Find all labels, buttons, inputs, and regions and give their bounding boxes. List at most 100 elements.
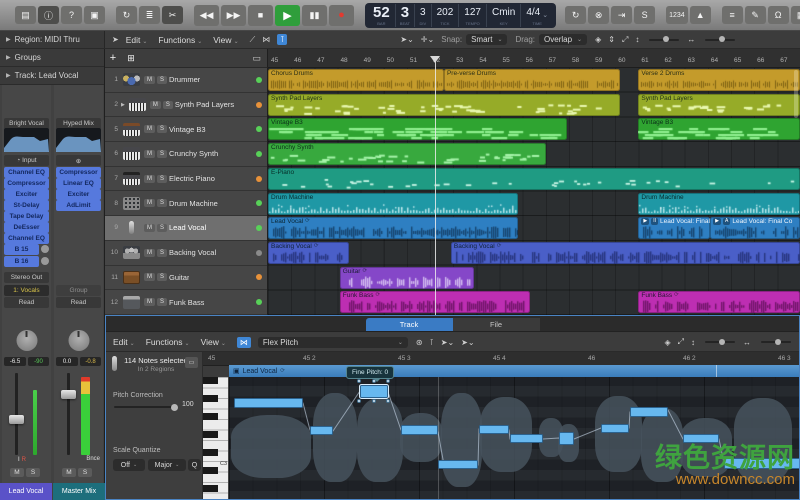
flex-pitch-note[interactable]: [401, 425, 438, 435]
send-slot[interactable]: B 16: [4, 256, 39, 267]
solo-button[interactable]: S: [157, 199, 168, 208]
channel-name-track[interactable]: Lead Vocal: [0, 483, 52, 500]
piano-keyboard[interactable]: C3: [203, 377, 229, 499]
scale-type-select[interactable]: Major ⌄: [148, 459, 186, 471]
send-slot[interactable]: B 15: [4, 244, 39, 255]
send-knob[interactable]: [41, 245, 49, 253]
track-header-crunchy-synth[interactable]: 6 M S Crunchy Synth: [105, 142, 267, 167]
screenset-button[interactable]: ▤: [15, 6, 36, 24]
io-button[interactable]: ◔ Input: [4, 155, 49, 166]
inspector-toggle-button[interactable]: ⓘ: [38, 6, 59, 24]
solo-button[interactable]: S: [157, 174, 168, 183]
track-header-backing-vocal[interactable]: 10 M S Backing Vocal: [105, 240, 267, 266]
note-pads-button[interactable]: ✎: [744, 6, 766, 24]
editor-hzoom-slider[interactable]: [761, 338, 791, 345]
mute-button[interactable]: M: [144, 125, 155, 134]
forward-button[interactable]: ▶▶: [221, 4, 246, 26]
record-enable-button[interactable]: R: [22, 457, 26, 463]
playhead-handle[interactable]: [430, 56, 440, 63]
input-monitor-button[interactable]: I: [18, 457, 20, 463]
pitch-correction-slider[interactable]: [114, 403, 178, 411]
editor-menu-view[interactable]: View ⌄: [201, 337, 226, 347]
track-header-drum-machine[interactable]: 8 M S Drum Machine: [105, 191, 267, 217]
replace-button[interactable]: ⊗: [588, 6, 610, 24]
menu-functions[interactable]: Functions ⌄: [158, 35, 202, 45]
region-funk-bass[interactable]: Funk Bass ⟳: [638, 291, 800, 314]
plugin-slot[interactable]: Exciter: [56, 189, 101, 200]
editor-ruler[interactable]: 45 45 2 45 3 45 4 46 46 2 46 3: [203, 352, 799, 366]
track-header-lead-vocal[interactable]: 9 M S Lead Vocal: [105, 216, 267, 241]
inspector-region-header[interactable]: ▶ Region: MIDI Thru: [0, 31, 105, 48]
tab-file[interactable]: File: [452, 318, 540, 331]
editor-menu-edit[interactable]: Edit ⌄: [113, 337, 135, 347]
snap-select[interactable]: Smart ⌄: [466, 34, 508, 45]
region-guitar[interactable]: Guitar ⟳: [339, 266, 475, 289]
flex-pitch-button[interactable]: ⊺: [277, 34, 288, 45]
solo-button[interactable]: S: [78, 468, 92, 477]
plugin-slot[interactable]: Channel EQ: [4, 167, 49, 178]
send-knob[interactable]: [41, 257, 49, 265]
solo-button[interactable]: S: [157, 75, 168, 84]
solo-button[interactable]: S: [162, 100, 173, 109]
flex-button[interactable]: ⋈: [236, 336, 251, 348]
flex-pitch-note[interactable]: [630, 407, 668, 417]
volume-value[interactable]: -6.5: [4, 357, 26, 366]
tracks-area[interactable]: Chorus Drums Pre-verse Drums Verse 2 Drums…: [268, 68, 800, 315]
low-latency-button[interactable]: ↻: [116, 6, 137, 24]
editor-region-header[interactable]: ▣ Lead Vocal ⟳: [229, 365, 799, 377]
group-button[interactable]: 1: Vocals: [4, 285, 49, 296]
track-header-drummer[interactable]: 1 M S Drummer: [105, 68, 267, 93]
flex-pitch-note[interactable]: [234, 398, 303, 408]
automation-button[interactable]: Read: [56, 297, 101, 308]
solo-button[interactable]: S: [26, 468, 40, 477]
solo-button[interactable]: S: [157, 273, 168, 282]
region-pre-verse-drums[interactable]: Pre-verse Drums: [443, 69, 620, 92]
mute-button[interactable]: M: [144, 223, 155, 232]
duplicate-track-button[interactable]: ⊞: [123, 49, 139, 67]
count-in-button[interactable]: 1234: [666, 6, 688, 24]
drag-select[interactable]: Overlap ⌄: [539, 34, 588, 45]
rewind-button[interactable]: ◀◀: [194, 4, 219, 26]
mixer-button[interactable]: ≣: [139, 6, 160, 24]
mute-button[interactable]: M: [10, 468, 24, 477]
scale-root-select[interactable]: Off ⌄: [113, 459, 145, 471]
note-handle[interactable]: [357, 399, 361, 403]
mute-button[interactable]: M: [62, 468, 76, 477]
flex-pitch-tool-button[interactable]: ⊺: [430, 338, 434, 347]
mute-button[interactable]: M: [144, 273, 155, 282]
automation-button[interactable]: Read: [4, 297, 49, 308]
autopunch-button[interactable]: ⇥: [611, 6, 633, 24]
track-disclosure-icon[interactable]: ▶: [121, 102, 125, 108]
editor-waveform-zoom-button[interactable]: ◈: [664, 338, 670, 347]
mute-button[interactable]: M: [144, 248, 155, 257]
region-chorus-drums[interactable]: Chorus Drums: [268, 69, 444, 92]
vertical-zoom-slider[interactable]: [649, 36, 680, 42]
region-drum-machine[interactable]: Drum Machine: [638, 192, 800, 215]
vertical-scrollbar[interactable]: [794, 70, 798, 118]
track-inspector-header[interactable]: ▶ Track: Lead Vocal: [0, 67, 104, 85]
flex-pitch-note[interactable]: [360, 385, 388, 398]
flex-pitch-note[interactable]: [724, 458, 799, 469]
flex-pitch-note[interactable]: [510, 434, 543, 443]
quantize-button[interactable]: Q: [188, 459, 201, 471]
solo-button[interactable]: S: [157, 223, 168, 232]
horizontal-zoom-slider[interactable]: [705, 36, 736, 42]
flex-pitch-note[interactable]: [479, 425, 509, 434]
flex-pitch-note[interactable]: [438, 460, 478, 469]
note-handle[interactable]: [386, 399, 390, 403]
output-button[interactable]: Stereo Out: [4, 272, 49, 283]
mute-button[interactable]: M: [149, 100, 161, 109]
region-verse-2-drums[interactable]: Verse 2 Drums: [638, 69, 800, 92]
plugin-slot[interactable]: DeEsser: [4, 222, 49, 233]
plugin-slot[interactable]: Exciter: [4, 189, 49, 200]
plugin-slot[interactable]: Tape Delay: [4, 211, 49, 222]
region-e-piano[interactable]: E-Piano: [268, 167, 800, 190]
lcd-display[interactable]: 52 BAR 3 BEAT 3 DIV 202 TICK 127 TEMPO Cmin KE…: [365, 2, 557, 28]
flex-pitch-note[interactable]: [683, 434, 719, 443]
editor-left-click-tool[interactable]: ➤⌄: [441, 338, 454, 347]
take-disclosure-icon[interactable]: ▶: [713, 218, 722, 226]
region-drum-machine[interactable]: Drum Machine: [268, 192, 519, 215]
region-backing-vocal[interactable]: Backing Vocal ⟳: [450, 241, 800, 264]
left-click-tool[interactable]: ➤⌄: [400, 35, 413, 44]
region-synth-pad-layers[interactable]: Synth Pad Layers: [268, 93, 620, 116]
